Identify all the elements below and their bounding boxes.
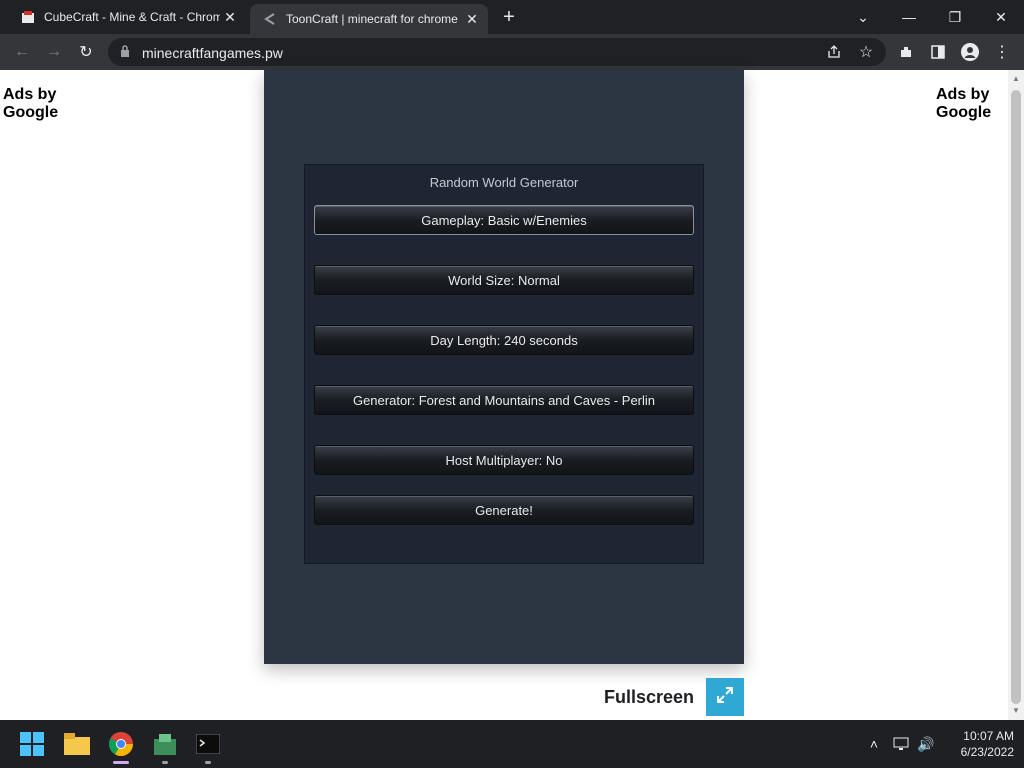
back-icon[interactable]: ← <box>10 40 34 64</box>
app-store-icon[interactable] <box>147 726 183 764</box>
ads-by-google-right[interactable]: Ads by Google <box>936 86 1006 122</box>
menu-icon[interactable]: ⋮ <box>990 40 1014 64</box>
clock-time: 10:07 AM <box>963 729 1014 743</box>
share-icon[interactable] <box>822 40 846 64</box>
ads-by-google-left[interactable]: Ads by Google <box>3 86 73 122</box>
windows-taskbar: ˄ 🔊 <box>0 720 1024 768</box>
tab-strip: CubeCraft - Mine & Craft - Chrom ✕ ToonC… <box>0 0 1024 34</box>
windows-start-icon[interactable] <box>14 726 50 762</box>
generate-button[interactable]: Generate! <box>314 495 694 525</box>
day-length-button[interactable]: Day Length: 240 seconds <box>314 325 694 355</box>
panel-title: Random World Generator <box>429 175 579 190</box>
close-tab-icon[interactable]: ✕ <box>220 7 240 27</box>
profile-icon[interactable] <box>958 40 982 64</box>
running-indicator <box>162 761 168 764</box>
network-icon[interactable] <box>891 734 911 754</box>
gameplay-button[interactable]: Gameplay: Basic w/Enemies <box>314 205 694 235</box>
minimize-button[interactable]: — <box>886 0 932 34</box>
tab-title: CubeCraft - Mine & Craft - Chrom <box>44 10 220 24</box>
game-frame[interactable]: Random World Generator Gameplay: Basic w… <box>264 70 744 664</box>
close-window-button[interactable]: ✕ <box>978 0 1024 34</box>
show-hidden-icons-icon[interactable]: ˄ <box>864 734 884 754</box>
generator-button[interactable]: Generator: Forest and Mountains and Cave… <box>314 385 694 415</box>
taskbar-clock[interactable]: 10:07 AM 6/23/2022 <box>940 728 1014 760</box>
restore-button[interactable]: ❐ <box>932 0 978 34</box>
running-indicator <box>205 761 211 764</box>
expand-icon <box>716 686 734 709</box>
tab-cubecraft[interactable]: CubeCraft - Mine & Craft - Chrom ✕ <box>8 0 246 34</box>
terminal-icon[interactable] <box>190 726 226 764</box>
tooncraft-favicon-icon <box>262 11 278 27</box>
world-size-button[interactable]: World Size: Normal <box>314 265 694 295</box>
extensions-icon[interactable] <box>894 40 918 64</box>
lock-icon <box>120 45 130 63</box>
cubecraft-favicon-icon <box>20 9 36 25</box>
tab-search-icon[interactable]: ⌄ <box>840 0 886 34</box>
clock-date: 6/23/2022 <box>960 745 1014 759</box>
reload-icon[interactable]: ↻ <box>74 40 98 64</box>
host-multiplayer-button[interactable]: Host Multiplayer: No <box>314 445 694 475</box>
page-scrollbar[interactable]: ▲ ▼ <box>1008 70 1024 720</box>
address-bar[interactable]: minecraftfangames.pw <box>108 38 886 66</box>
browser-toolbar: ← → ↻ minecraftfangames.pw ☆ ⋮ <box>0 34 1024 70</box>
fullscreen-label[interactable]: Fullscreen <box>604 687 694 708</box>
close-tab-icon[interactable]: ✕ <box>462 9 482 29</box>
tab-title: ToonCraft | minecraft for chrome <box>286 12 458 26</box>
chrome-icon[interactable] <box>103 726 139 764</box>
scroll-down-icon[interactable]: ▼ <box>1011 706 1021 716</box>
volume-icon[interactable]: 🔊 <box>916 734 936 754</box>
scroll-thumb[interactable] <box>1011 90 1021 704</box>
scroll-up-icon[interactable]: ▲ <box>1011 74 1021 84</box>
world-generator-panel: Random World Generator Gameplay: Basic w… <box>304 164 704 564</box>
url-text: minecraftfangames.pw <box>142 45 283 61</box>
forward-icon[interactable]: → <box>42 40 66 64</box>
file-explorer-icon[interactable] <box>59 726 95 762</box>
new-tab-button[interactable]: + <box>498 6 520 28</box>
fullscreen-button[interactable] <box>706 678 744 716</box>
bookmark-star-icon[interactable]: ☆ <box>854 40 878 64</box>
web-page: Ads by Google Ads by Google Random World… <box>0 70 1008 720</box>
side-panel-icon[interactable] <box>926 40 950 64</box>
running-indicator <box>113 761 129 764</box>
tab-tooncraft[interactable]: ToonCraft | minecraft for chrome ✕ <box>250 4 488 34</box>
